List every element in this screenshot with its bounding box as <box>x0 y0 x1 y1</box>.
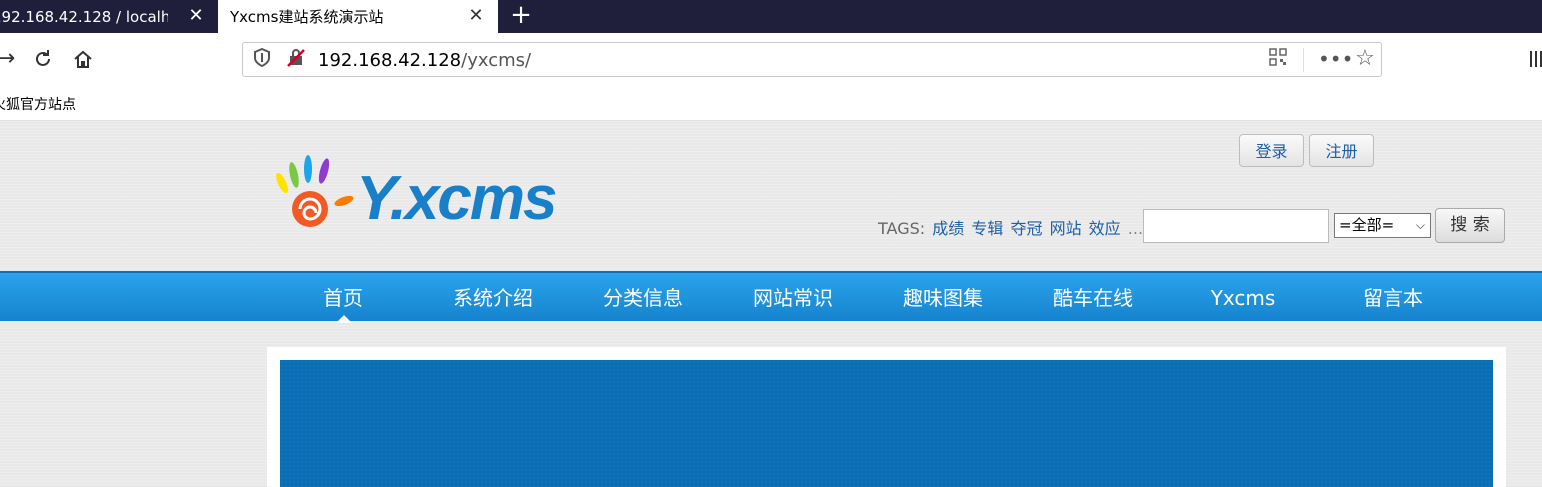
tab-yxcms[interactable]: Yxcms建站系统演示站 ✕ <box>218 0 498 33</box>
logo-text: Y.xcms <box>356 164 556 233</box>
tag-link[interactable]: 成绩 <box>932 219 964 238</box>
shield-icon[interactable] <box>251 47 273 70</box>
web-page: Y.xcms 登录 注册 TAGS: 成绩 专辑 夺冠 网站 效应 ... =全… <box>0 121 1542 487</box>
forward-arrow-icon[interactable]: → <box>0 45 20 73</box>
separator <box>1303 48 1304 72</box>
address-bar[interactable]: 192.168.42.128/yxcms/ ••• ☆ <box>242 42 1382 77</box>
nav-item-cars[interactable]: 酷车在线 <box>1038 273 1148 321</box>
new-tab-button[interactable]: + <box>508 2 534 28</box>
nav-item-knowledge[interactable]: 网站常识 <box>738 273 848 321</box>
reload-icon[interactable] <box>29 45 57 73</box>
search-category-select[interactable]: =全部= ⌵ <box>1334 213 1431 238</box>
home-icon[interactable] <box>69 45 97 73</box>
tag-link[interactable]: 专辑 <box>971 219 1003 238</box>
qr-code-icon[interactable] <box>1267 48 1289 70</box>
navigation-toolbar: → 192.168.42.128/yxcms/ ••• ☆ <box>0 33 1542 88</box>
site-logo[interactable]: Y.xcms <box>272 151 592 236</box>
bookmark-item[interactable]: 火狐官方站点 <box>0 94 76 114</box>
search-button[interactable]: 搜 索 <box>1435 208 1505 243</box>
nav-item-about[interactable]: 系统介绍 <box>438 273 548 321</box>
nav-item-classifieds[interactable]: 分类信息 <box>588 273 698 321</box>
tab-title: 192.168.42.128 / localhost | phpMyAdmin <box>0 7 168 26</box>
tab-strip: 192.168.42.128 / localhost | phpMyAdmin … <box>0 0 1542 33</box>
active-nav-indicator <box>336 315 352 323</box>
tab-phpmyadmin[interactable]: 192.168.42.128 / localhost | phpMyAdmin … <box>0 0 218 33</box>
close-icon[interactable]: ✕ <box>186 6 206 26</box>
content-panel <box>267 347 1506 487</box>
register-button[interactable]: 注册 <box>1309 134 1374 167</box>
tag-link[interactable]: 网站 <box>1050 219 1082 238</box>
search-input[interactable] <box>1143 209 1329 243</box>
nav-item-home[interactable]: 首页 <box>288 273 398 321</box>
nav-item-yxcms[interactable]: Yxcms <box>1188 273 1298 321</box>
insecure-connection-icon[interactable] <box>285 48 307 70</box>
bookmark-star-icon[interactable]: ☆ <box>1354 48 1376 70</box>
library-icon[interactable] <box>1530 47 1542 71</box>
tags-line: TAGS: 成绩 专辑 夺冠 网站 效应 ... <box>878 215 1143 239</box>
tab-title: Yxcms建站系统演示站 <box>230 8 384 26</box>
tags-more[interactable]: ... <box>1128 219 1143 238</box>
main-navigation: 首页 系统介绍 分类信息 网站常识 趣味图集 酷车在线 Yxcms 留言本 <box>0 271 1542 323</box>
login-button[interactable]: 登录 <box>1239 134 1304 167</box>
chevron-down-icon: ⌵ <box>1415 218 1425 232</box>
more-actions-icon[interactable]: ••• <box>1318 48 1353 70</box>
bookmarks-toolbar: 火狐官方站点 <box>0 88 1542 121</box>
url-text[interactable]: 192.168.42.128/yxcms/ <box>318 50 531 71</box>
close-icon[interactable]: ✕ <box>466 6 486 26</box>
tag-link[interactable]: 效应 <box>1089 219 1121 238</box>
tag-link[interactable]: 夺冠 <box>1010 219 1042 238</box>
banner-slideshow[interactable] <box>280 360 1493 487</box>
select-value: =全部= <box>1339 216 1395 234</box>
nav-item-gallery[interactable]: 趣味图集 <box>888 273 998 321</box>
logo-hand-icon <box>276 155 354 227</box>
tags-label: TAGS: <box>878 219 926 238</box>
nav-item-guestbook[interactable]: 留言本 <box>1338 273 1448 321</box>
